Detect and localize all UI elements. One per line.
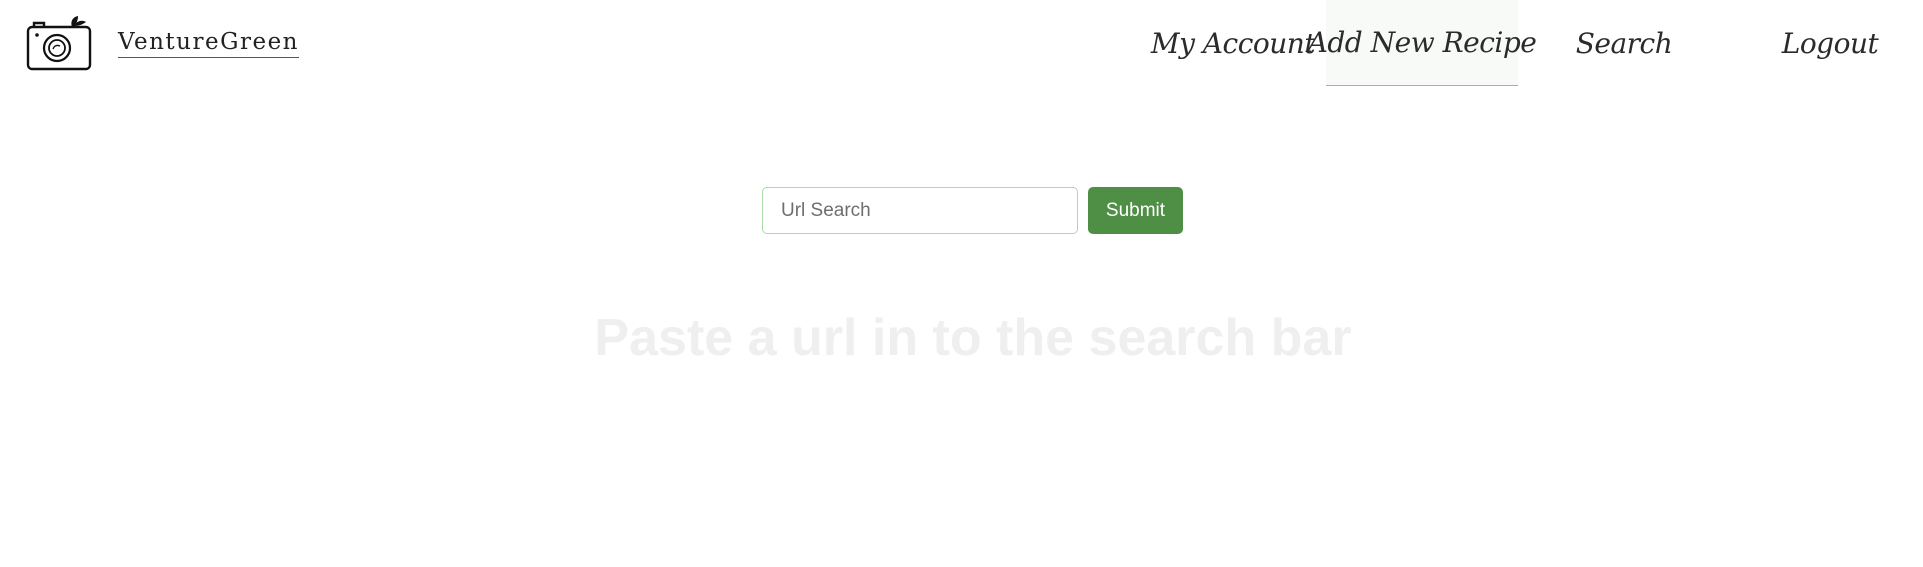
brand-name: VentureGreen	[118, 29, 299, 58]
submit-button[interactable]: Submit	[1088, 187, 1183, 234]
page: VentureGreen My Account Add New Recipe S…	[0, 0, 1923, 567]
nav-add-new-recipe[interactable]: Add New Recipe	[1308, 0, 1537, 86]
brand[interactable]: VentureGreen	[26, 13, 299, 71]
nav-my-account[interactable]: My Account	[1140, 0, 1326, 86]
navbar: VentureGreen My Account Add New Recipe S…	[0, 0, 1923, 86]
url-search-form: Submit	[762, 187, 1183, 234]
nav-search[interactable]: Search	[1518, 0, 1730, 86]
url-search-input[interactable]	[762, 187, 1078, 234]
empty-state-hint: Paste a url in to the search bar	[594, 309, 1352, 367]
main-nav: My Account Add New Recipe Search Logout	[1140, 0, 1923, 86]
camera-leaf-icon	[26, 16, 92, 71]
nav-logout[interactable]: Logout	[1730, 0, 1923, 86]
